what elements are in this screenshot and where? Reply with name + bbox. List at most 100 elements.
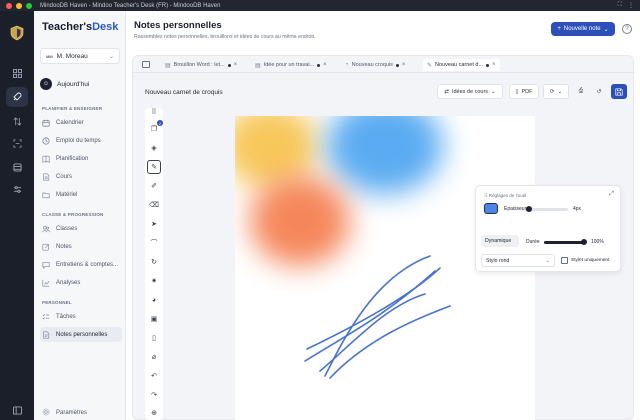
unsaved-dot [395, 63, 399, 67]
curve-tool[interactable]: ⌒ [147, 236, 161, 250]
document-title[interactable]: Nouveau carnet de croquis [145, 89, 223, 96]
zoom-window-button[interactable] [26, 2, 32, 9]
page-icon: ▯ [152, 335, 156, 342]
note-workspace: ▤ Brouillon Word : let... × ▤ Idée pour … [132, 55, 635, 420]
sidebar-item-classes[interactable]: Classes [40, 221, 122, 236]
toggle-list-icon[interactable] [142, 61, 150, 68]
rail-launch-button[interactable] [6, 87, 28, 107]
undo-icon: ↶ [151, 373, 157, 380]
more-icon[interactable]: ⋮ [628, 2, 634, 9]
rail-scan-button[interactable] [6, 133, 28, 153]
sidebar-item-notes[interactable]: Notes [40, 239, 122, 254]
sidebar-item-notes-personnelles[interactable]: Notes personnelles [40, 327, 122, 342]
close-tab-icon[interactable]: × [402, 62, 406, 68]
layer-count-badge: 2 [157, 120, 163, 126]
undo-tool[interactable]: ↶ [147, 369, 161, 383]
sidebar-item-emploi-du-temps[interactable]: Emploi du temps [40, 133, 122, 148]
gear-icon [42, 408, 50, 418]
sidebar-item-parametres[interactable]: Paramètres [42, 408, 87, 418]
document-icon: ▤ [255, 62, 261, 69]
thickness-slider[interactable] [526, 206, 568, 212]
image-tool[interactable]: ▣ [147, 312, 161, 326]
zoom-tool[interactable]: ⊕ [147, 406, 161, 420]
plus-icon: + [557, 26, 561, 32]
dynamic-toggle[interactable]: Dynamique [481, 235, 519, 247]
highlighter-icon: ✐ [151, 183, 157, 190]
attach-tool[interactable]: ⌀ [147, 350, 161, 364]
lasso-icon: ↻ [151, 259, 157, 266]
close-tab-icon[interactable]: × [323, 62, 327, 68]
tab-label: Nouveau croquis [351, 62, 393, 68]
sidebar-item-today[interactable]: ☺ Aujourd'hui [40, 78, 89, 90]
eraser-tool[interactable]: ⌫ [147, 198, 161, 212]
scan-icon [12, 138, 22, 148]
unsaved-dot [486, 63, 490, 67]
drag-handle-icon[interactable]: ⠿ [484, 193, 487, 198]
print-button[interactable]: ⎙ [573, 84, 589, 99]
sidebar-item-calendrier[interactable]: Calendrier [40, 115, 122, 130]
pen-style-select[interactable]: Stylo rond ⌄ [481, 254, 555, 267]
tab-idee-travail[interactable]: ▤ Idée pour un travai... × [251, 59, 331, 71]
window-titlebar: MindooDB Haven - Mindoo Teacher's Desk (… [0, 0, 640, 11]
rail-sort-button[interactable] [6, 111, 28, 131]
close-tab-icon[interactable]: × [492, 62, 496, 68]
sidebar-item-label: Planification [56, 155, 89, 162]
page-tool[interactable]: ▯ [147, 331, 161, 345]
stylus-only-checkbox[interactable] [561, 257, 568, 264]
new-note-button[interactable]: + Nouvelle note ⌄ [551, 22, 615, 36]
export-pdf-button[interactable]: ▯ PDF [509, 84, 539, 99]
select-tool[interactable]: ➤ [147, 217, 161, 231]
close-tab-icon[interactable]: × [234, 62, 238, 68]
tab-nouveau-croquis[interactable]: ◔ Nouveau croquis × [341, 59, 409, 71]
sidebar-item-label: Cours [56, 173, 73, 180]
rail-sidebar-toggle-button[interactable] [6, 400, 28, 420]
lasso-tool[interactable]: ↻ [147, 255, 161, 269]
save-icon [615, 87, 623, 96]
copy-icon: ❐ [150, 126, 158, 133]
sidebar-item-analyses[interactable]: Analyses [40, 275, 122, 290]
tab-nouveau-carnet[interactable]: ✎ Nouveau carnet d... × [423, 59, 500, 71]
copy-layer-tool[interactable]: ❐ 2 [147, 120, 163, 136]
save-button[interactable] [611, 84, 627, 99]
layers-tool[interactable]: ◈ [147, 141, 161, 155]
sync-icon: ⟳ [549, 88, 555, 95]
tab-brouillon-word[interactable]: ▤ Brouillon Word : let... × [161, 59, 241, 71]
highlighter-tool[interactable]: ✐ [147, 179, 161, 193]
close-window-button[interactable] [6, 2, 12, 9]
sidebar-item-taches[interactable]: Tâches [40, 309, 122, 324]
sidebar-item-label: Notes [56, 243, 72, 250]
pen-style-value: Stylo rond [486, 257, 510, 264]
move-to-folder-button[interactable]: ⇄ Idées de cours ⌄ [437, 84, 503, 99]
sidebar-item-label: Matériel [56, 191, 78, 198]
pen-tool[interactable]: ✎ [147, 160, 161, 174]
pen-color-swatch[interactable] [484, 203, 498, 214]
pen-icon: ✎ [427, 62, 433, 69]
sidebar-item-label: Entretiens & comptes... [56, 261, 119, 268]
drawing-toolbar: ⠿ ❐ 2 ◈ ✎ ✐ ⌫ ➤ ⌒ ↻ ✷ ◕ ▣ ▯ ⌀ ↶ ↷ ⊕ [145, 108, 163, 420]
rail-database-button[interactable] [6, 157, 28, 177]
duration-slider[interactable] [544, 239, 587, 245]
minimize-window-button[interactable] [16, 2, 22, 9]
redo-tool[interactable]: ↷ [147, 388, 161, 402]
sidebar-item-materiel[interactable]: Matériel [40, 187, 122, 202]
chevron-down-icon: ⌄ [545, 257, 550, 264]
help-button[interactable]: ? [622, 24, 632, 34]
color-palette-tool[interactable]: ◕ [147, 293, 161, 307]
drag-handle-icon[interactable]: ⠿ [147, 108, 161, 116]
history-button[interactable]: ↺ [591, 84, 607, 99]
sidebar-item-entretiens[interactable]: Entretiens & comptes... [40, 257, 122, 272]
sync-button[interactable]: ⟳ ⌄ [543, 84, 569, 99]
rail-dashboard-button[interactable] [6, 63, 28, 83]
ink-stroke [306, 267, 441, 350]
sidebar-item-planification[interactable]: Planification [40, 151, 122, 166]
effects-tool[interactable]: ✷ [147, 274, 161, 288]
extensions-icon[interactable]: ⛶ [618, 2, 622, 9]
sidebar-item-cours[interactable]: Cours [40, 169, 122, 184]
rail-settings-button[interactable] [6, 179, 28, 199]
chart-icon [42, 279, 50, 287]
slider-knob[interactable] [526, 206, 533, 212]
expand-icon[interactable]: ⤢ [609, 191, 614, 198]
section-header: PLANIFIER & ENSEIGNER [42, 106, 103, 111]
user-switcher[interactable]: MM M. Moreau ⌄ [40, 48, 120, 64]
slider-knob[interactable] [581, 239, 587, 245]
